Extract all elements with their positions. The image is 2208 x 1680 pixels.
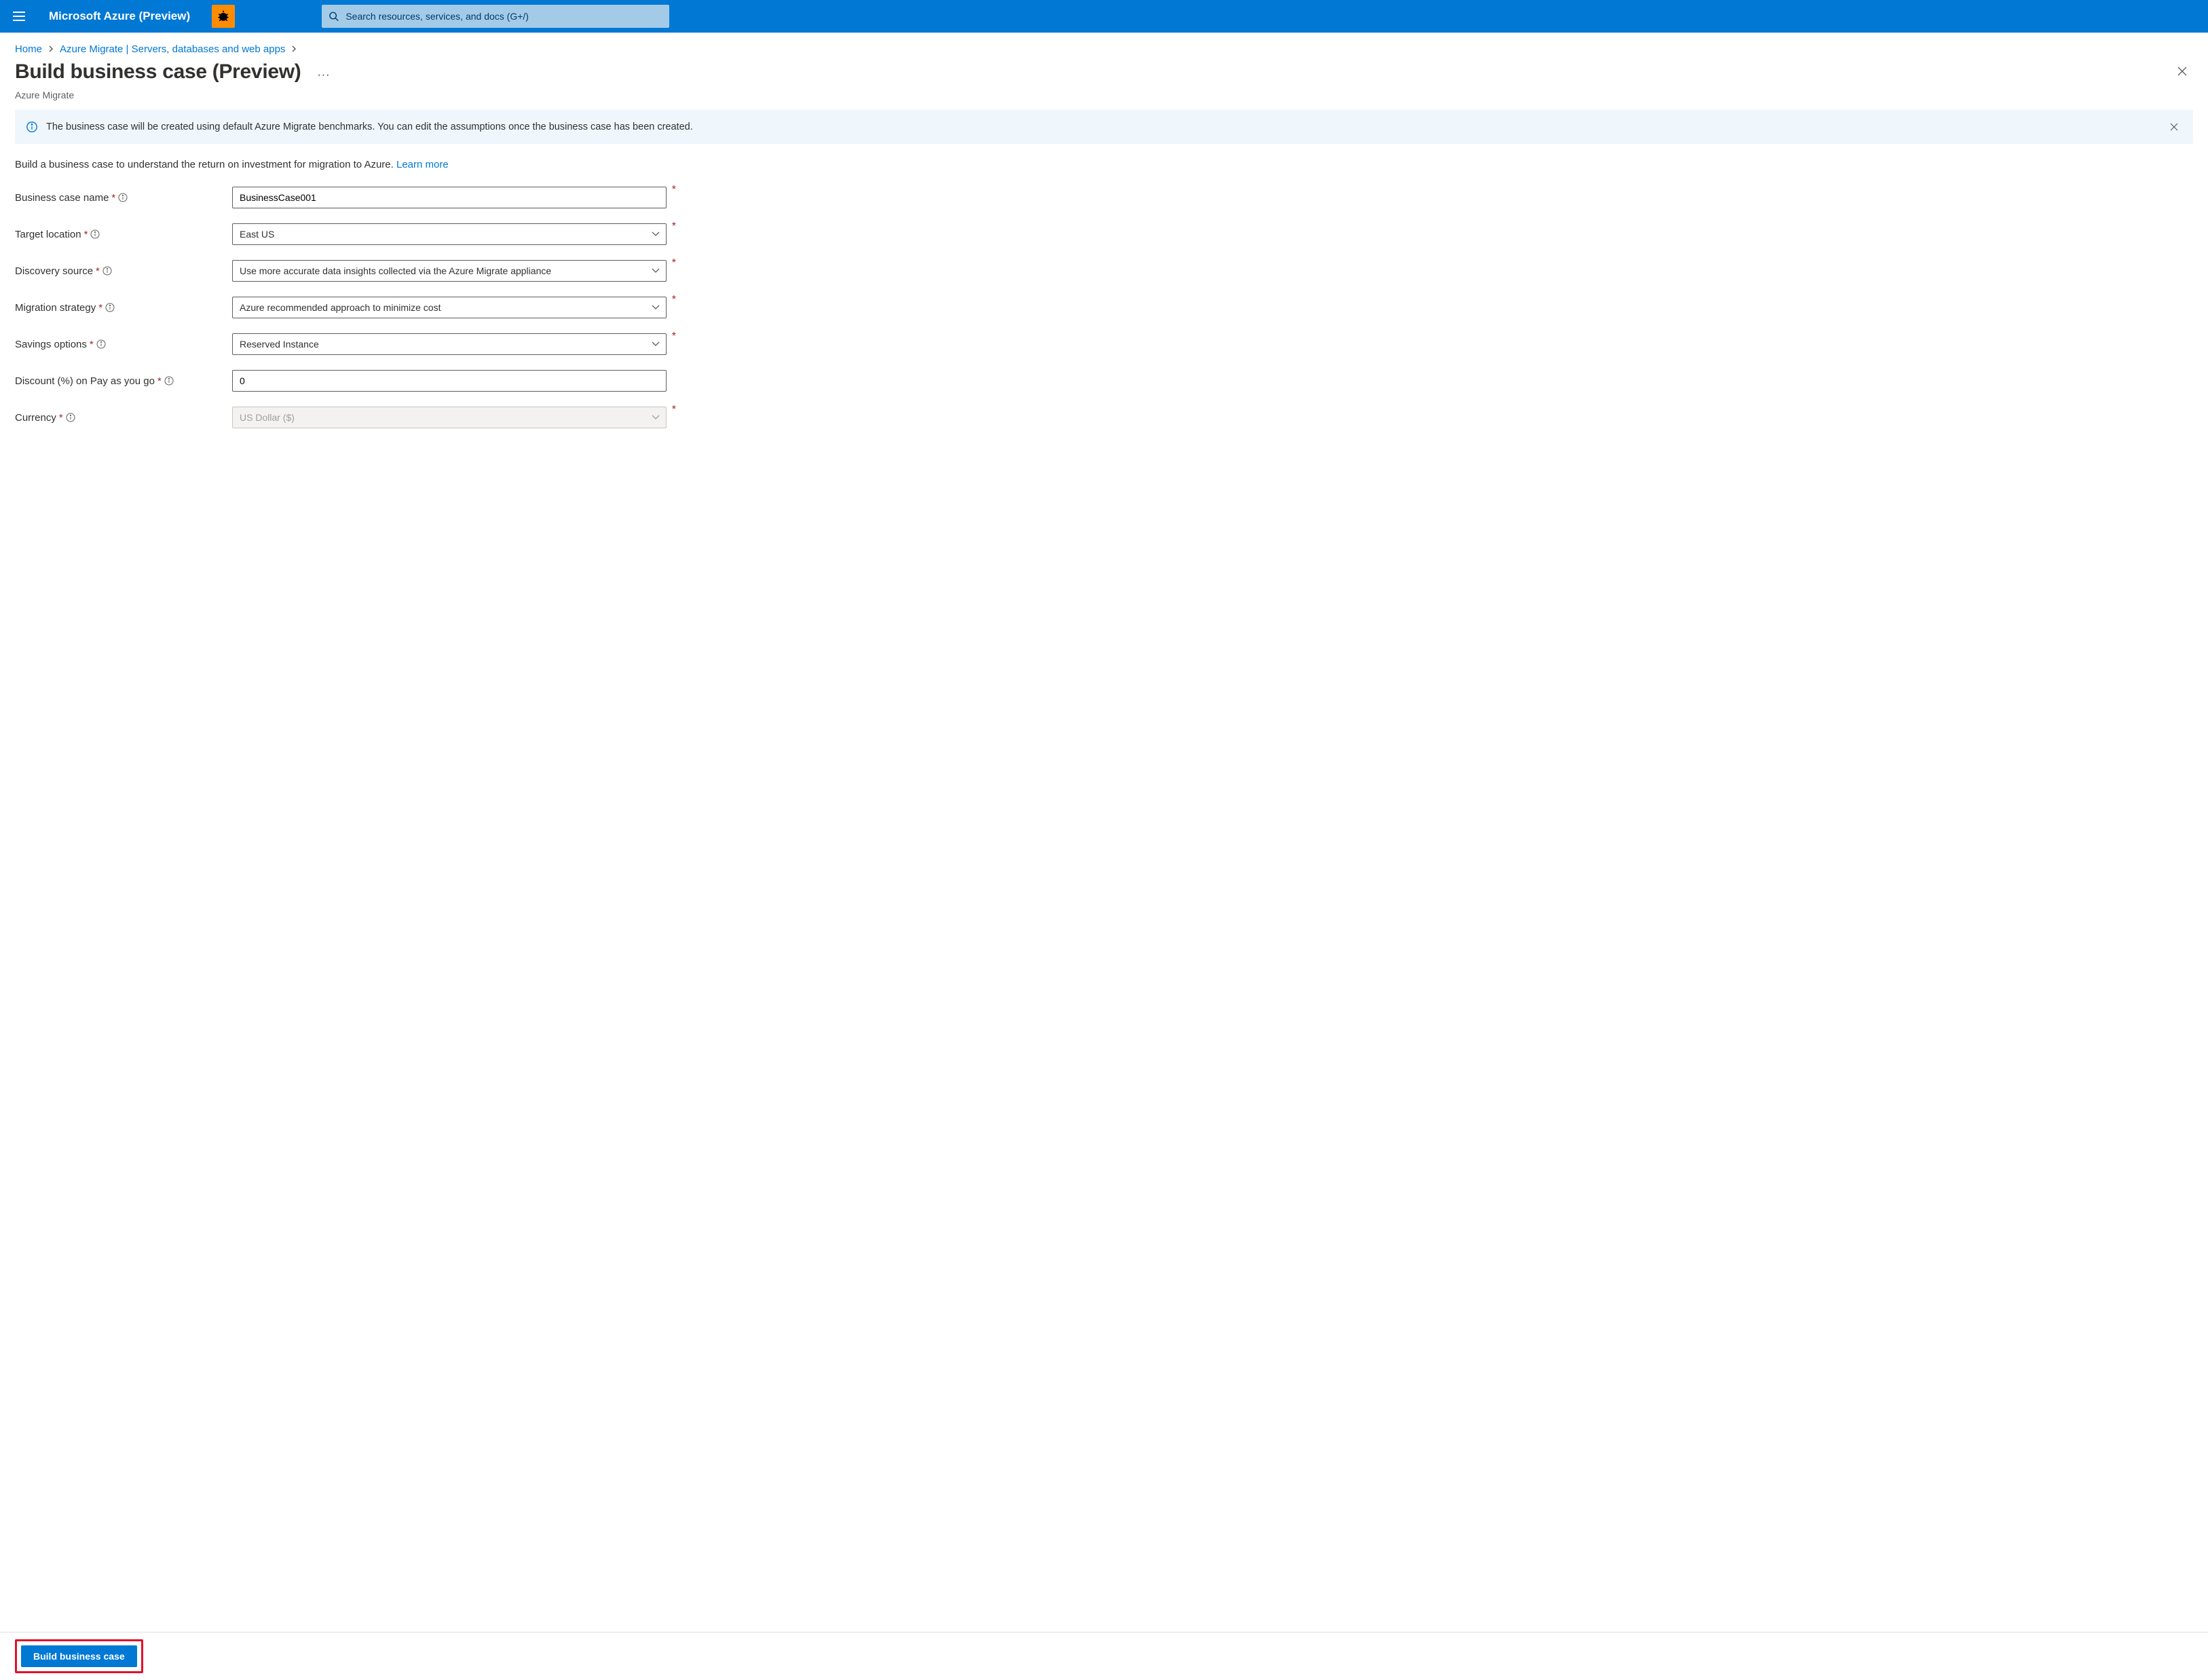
row-savings-options: Savings options * Reserved Instance * bbox=[15, 333, 2193, 355]
footer: Build business case bbox=[0, 1632, 2208, 1680]
close-icon bbox=[2177, 66, 2188, 77]
required-indicator: * bbox=[672, 331, 676, 343]
more-actions-button[interactable]: ··· bbox=[312, 67, 335, 84]
migration-strategy-select[interactable]: Azure recommended approach to minimize c… bbox=[232, 297, 667, 318]
info-banner: The business case will be created using … bbox=[15, 110, 2193, 144]
label-business-case-name: Business case name bbox=[15, 192, 109, 204]
currency-select: US Dollar ($) bbox=[232, 407, 667, 428]
required-indicator: * bbox=[96, 265, 100, 277]
close-button[interactable] bbox=[2171, 60, 2193, 82]
label-discovery-source: Discovery source bbox=[15, 265, 93, 277]
info-icon[interactable] bbox=[90, 229, 100, 239]
info-banner-close-button[interactable] bbox=[2166, 119, 2182, 135]
label-currency: Currency bbox=[15, 412, 56, 424]
required-indicator: * bbox=[672, 404, 676, 416]
info-banner-text: The business case will be created using … bbox=[46, 122, 693, 132]
menu-button[interactable] bbox=[5, 3, 33, 30]
info-icon[interactable] bbox=[105, 303, 115, 312]
learn-more-link[interactable]: Learn more bbox=[396, 159, 449, 170]
required-indicator: * bbox=[90, 339, 94, 350]
info-icon bbox=[26, 121, 38, 133]
search-input[interactable] bbox=[345, 11, 662, 22]
discount-input[interactable] bbox=[232, 370, 667, 392]
label-savings-options: Savings options bbox=[15, 339, 87, 350]
search-icon bbox=[329, 11, 339, 22]
required-indicator: * bbox=[672, 294, 676, 306]
row-target-location: Target location * East US * bbox=[15, 223, 2193, 245]
close-icon bbox=[2170, 123, 2178, 131]
hamburger-icon bbox=[13, 12, 25, 21]
description: Build a business case to understand the … bbox=[0, 159, 2208, 187]
info-icon[interactable] bbox=[96, 339, 106, 349]
breadcrumb-home[interactable]: Home bbox=[15, 43, 42, 55]
page-title: Build business case (Preview) bbox=[15, 60, 301, 83]
page-header: Build business case (Preview) ··· bbox=[0, 59, 2208, 90]
bug-button[interactable] bbox=[212, 5, 235, 28]
info-icon[interactable] bbox=[66, 413, 75, 422]
highlight-annotation: Build business case bbox=[15, 1639, 143, 1673]
search-box[interactable] bbox=[322, 5, 669, 28]
breadcrumb-azure-migrate[interactable]: Azure Migrate | Servers, databases and w… bbox=[60, 43, 285, 55]
row-migration-strategy: Migration strategy * Azure recommended a… bbox=[15, 297, 2193, 318]
target-location-select[interactable]: East US bbox=[232, 223, 667, 245]
bug-icon bbox=[217, 10, 230, 23]
required-indicator: * bbox=[672, 221, 676, 233]
info-icon[interactable] bbox=[118, 193, 128, 202]
description-text: Build a business case to understand the … bbox=[15, 159, 396, 170]
row-currency: Currency * US Dollar ($) * bbox=[15, 407, 2193, 428]
required-indicator: * bbox=[672, 257, 676, 269]
required-indicator: * bbox=[98, 302, 102, 314]
row-discount: Discount (%) on Pay as you go * bbox=[15, 370, 2193, 392]
required-indicator: * bbox=[59, 412, 63, 424]
required-indicator: * bbox=[84, 229, 88, 240]
chevron-right-icon bbox=[291, 43, 297, 55]
label-target-location: Target location bbox=[15, 229, 81, 240]
chevron-right-icon bbox=[48, 43, 54, 55]
savings-options-select[interactable]: Reserved Instance bbox=[232, 333, 667, 355]
page-subtitle: Azure Migrate bbox=[0, 90, 2208, 110]
search-container bbox=[322, 5, 669, 28]
required-indicator: * bbox=[111, 192, 115, 204]
info-icon[interactable] bbox=[164, 376, 174, 386]
brand-title: Microsoft Azure (Preview) bbox=[49, 10, 190, 23]
discovery-source-select[interactable]: Use more accurate data insights collecte… bbox=[232, 260, 667, 282]
label-migration-strategy: Migration strategy bbox=[15, 302, 96, 314]
topbar: Microsoft Azure (Preview) bbox=[0, 0, 2208, 33]
required-indicator: * bbox=[672, 184, 676, 196]
build-business-case-button[interactable]: Build business case bbox=[21, 1645, 137, 1667]
row-business-case-name: Business case name * * bbox=[15, 187, 2193, 208]
business-case-name-input[interactable] bbox=[232, 187, 667, 208]
info-icon[interactable] bbox=[102, 266, 112, 276]
row-discovery-source: Discovery source * Use more accurate dat… bbox=[15, 260, 2193, 282]
label-discount: Discount (%) on Pay as you go bbox=[15, 375, 155, 387]
required-indicator: * bbox=[157, 375, 162, 387]
form: Business case name * * Target location *… bbox=[0, 187, 2208, 428]
breadcrumb: Home Azure Migrate | Servers, databases … bbox=[0, 33, 2208, 59]
